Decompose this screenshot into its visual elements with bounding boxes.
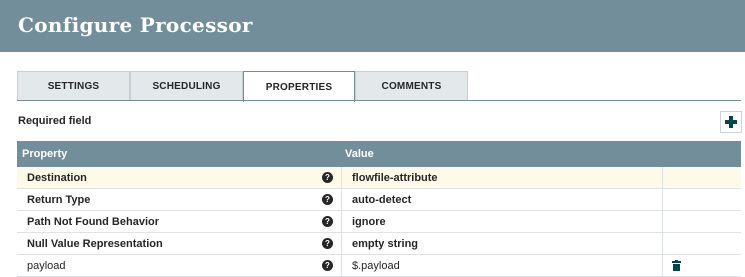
property-name: Destination <box>27 172 87 184</box>
column-header-value[interactable]: Value <box>345 148 374 160</box>
dialog-header: Configure Processor <box>0 0 745 52</box>
question-circle-icon[interactable]: ? <box>322 238 333 249</box>
question-circle-icon[interactable]: ? <box>322 194 333 205</box>
property-value[interactable]: empty string <box>352 238 418 250</box>
property-value[interactable]: $.payload <box>352 260 400 272</box>
property-value[interactable]: ignore <box>352 216 386 228</box>
table-row[interactable]: Destination ? flowfile-attribute <box>17 167 741 189</box>
question-circle-icon[interactable]: ? <box>322 260 333 271</box>
table-row[interactable]: Return Type ? auto-detect <box>17 189 741 211</box>
tab-divider <box>17 100 741 101</box>
table-header: Property Value <box>17 141 741 167</box>
required-field-label: Required field <box>18 115 92 127</box>
property-value[interactable]: flowfile-attribute <box>352 172 438 184</box>
question-circle-icon[interactable]: ? <box>322 172 333 183</box>
add-property-button[interactable] <box>720 111 742 133</box>
property-name: Path Not Found Behavior <box>27 216 159 228</box>
property-value[interactable]: auto-detect <box>352 194 411 206</box>
property-name: Return Type <box>27 194 91 206</box>
tab-scheduling[interactable]: SCHEDULING <box>130 71 243 101</box>
dialog-title: Configure Processor <box>18 13 253 37</box>
tab-properties[interactable]: PROPERTIES <box>243 71 355 102</box>
trash-icon[interactable] <box>672 260 681 271</box>
plus-icon <box>725 116 737 128</box>
properties-table: Property Value Destination ? flowfile-at… <box>17 141 741 277</box>
table-row[interactable]: Null Value Representation ? empty string <box>17 233 741 255</box>
property-name: Null Value Representation <box>27 238 163 250</box>
table-row[interactable]: payload ? $.payload <box>17 255 741 277</box>
question-circle-icon[interactable]: ? <box>322 216 333 227</box>
tab-settings[interactable]: SETTINGS <box>17 71 130 101</box>
table-row[interactable]: Path Not Found Behavior ? ignore <box>17 211 741 233</box>
tab-comments[interactable]: COMMENTS <box>355 71 468 101</box>
column-header-property[interactable]: Property <box>22 148 67 160</box>
property-name: payload <box>27 260 66 272</box>
